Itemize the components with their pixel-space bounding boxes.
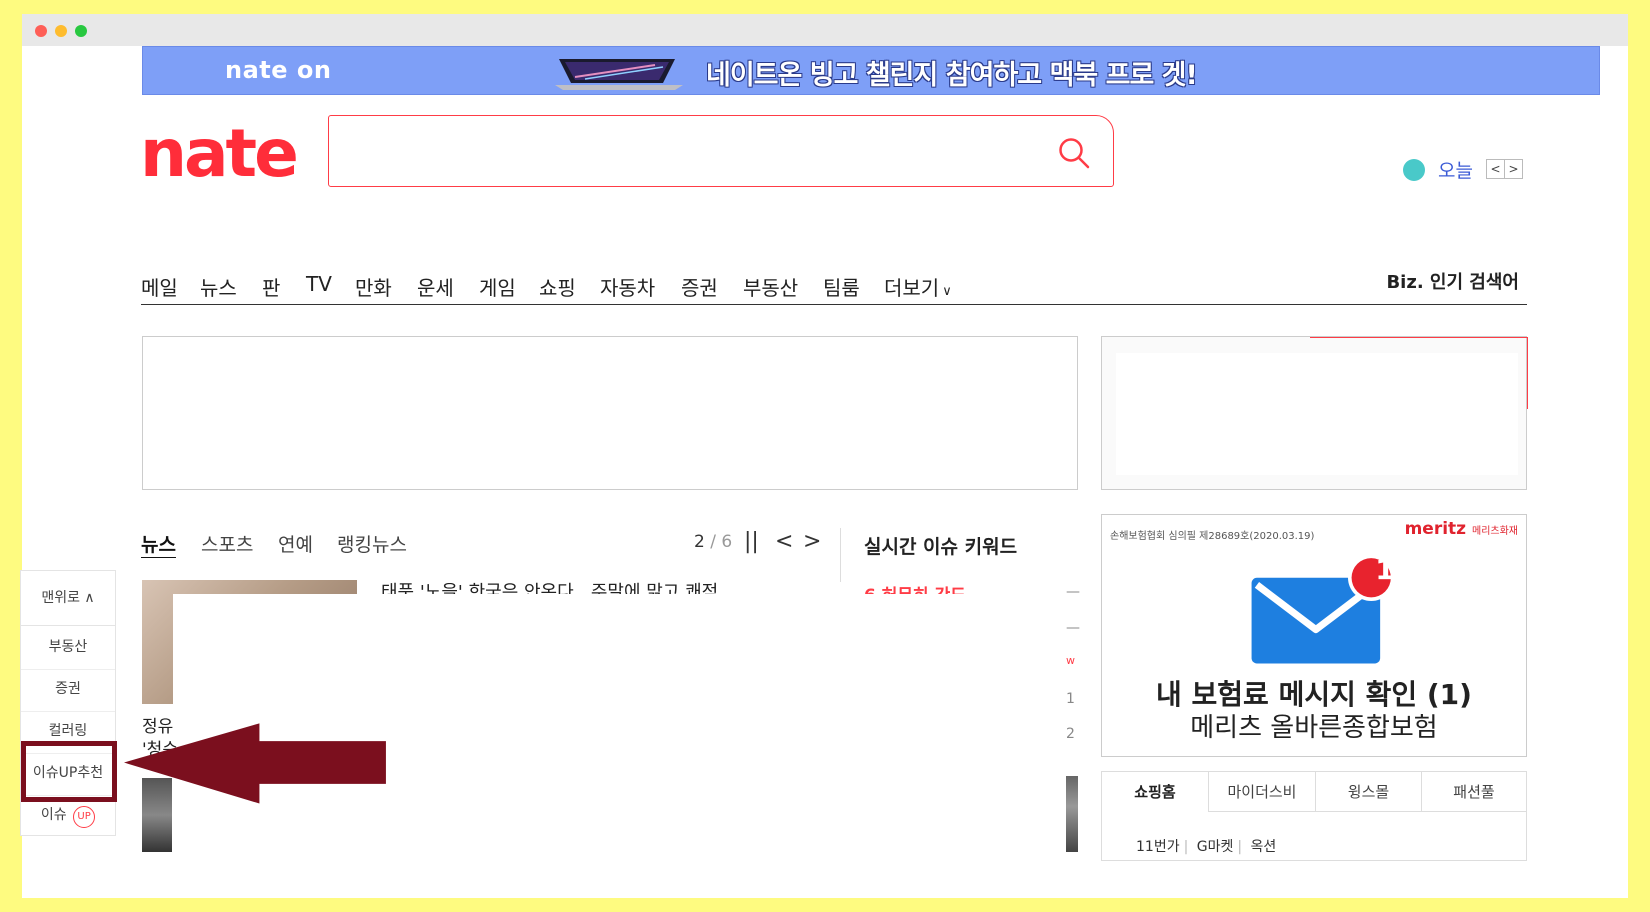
nav-pann[interactable]: 판	[262, 272, 280, 301]
nav-auto[interactable]: 자동차	[600, 272, 655, 301]
prev-news-button[interactable]: <	[775, 529, 793, 554]
shopping-links: 11번가 | G마켓 | 옥션	[1136, 839, 1277, 855]
pause-button[interactable]: ||	[744, 529, 759, 554]
back-to-top-button[interactable]: 맨위로 ∧	[21, 571, 115, 626]
notification-badge: 1	[1375, 553, 1395, 586]
nav-teamroom[interactable]: 팀룸	[823, 272, 860, 301]
title-bar	[22, 14, 1628, 46]
rank-change-2: —	[1066, 620, 1080, 636]
news-photo-right[interactable]	[1066, 776, 1078, 852]
nav-stock[interactable]: 증권	[681, 272, 718, 301]
tab-midas[interactable]: 마이더스비	[1209, 772, 1316, 812]
section-divider	[840, 528, 841, 582]
weather-pager: < >	[1486, 159, 1523, 179]
main-nav: 메일 뉴스 판 TV 만화 운세 게임 쇼핑 자동차 증권 부동산 팀룸 더보기…	[141, 272, 1527, 305]
nav-shopping[interactable]: 쇼핑	[539, 272, 576, 301]
banner-logo: nate on	[225, 56, 332, 84]
link-auction[interactable]: 옥션	[1251, 839, 1277, 855]
tab-entertainment[interactable]: 연예	[278, 530, 313, 557]
weather-icon	[1403, 159, 1425, 181]
weather-label: 오늘	[1438, 160, 1473, 182]
rank-change-5: 2	[1066, 726, 1075, 742]
weather-next-button[interactable]: >	[1504, 159, 1523, 179]
next-news-button[interactable]: >	[803, 529, 821, 554]
rank-change-3: w	[1066, 654, 1075, 667]
top-banner-ad[interactable]: nate on 네이트온 빙고 챌린지 참여하고 맥북 프로 겟!	[142, 46, 1600, 95]
news-pager: 2 / 6	[694, 532, 733, 552]
search-box	[328, 115, 1114, 187]
pager-current: 2	[694, 532, 705, 552]
nate-logo[interactable]: nate	[140, 121, 299, 187]
nav-news[interactable]: 뉴스	[200, 272, 237, 301]
meritz-insurance-ad[interactable]: 손해보험협회 심의필 제28689호(2020.03.19) meritz 메리…	[1101, 514, 1527, 757]
link-gmarket[interactable]: G마켓	[1197, 839, 1234, 855]
tab-shopping-home[interactable]: 쇼핑홈	[1102, 772, 1209, 812]
up-badge: UP	[73, 806, 96, 828]
meritz-logo: meritz 메리츠화재	[1405, 519, 1518, 539]
meritz-brand-sub: 메리츠화재	[1472, 526, 1518, 537]
nav-tv[interactable]: TV	[306, 272, 332, 296]
laptop-icon	[555, 59, 683, 90]
tab-ranking-news[interactable]: 랭킹뉴스	[337, 530, 407, 557]
banner-text: 네이트온 빙고 챌린지 참여하고 맥북 프로 겟!	[706, 60, 1198, 91]
search-icon[interactable]	[1057, 136, 1091, 170]
nav-more-label: 더보기	[884, 276, 940, 300]
nav-fortune[interactable]: 운세	[417, 272, 454, 301]
tab-wingsmall[interactable]: 윙스몰	[1316, 772, 1422, 812]
weather-prev-button[interactable]: <	[1486, 159, 1505, 179]
highlight-annotation	[21, 741, 117, 802]
nav-mail[interactable]: 메일	[141, 272, 178, 301]
nav-realestate[interactable]: 부동산	[743, 272, 798, 301]
ad-legal-notice: 손해보험협회 심의필 제28689호(2020.03.19)	[1110, 531, 1315, 542]
nav-game[interactable]: 게임	[479, 272, 516, 301]
close-window-button[interactable]	[35, 25, 47, 37]
quick-stock[interactable]: 증권	[21, 667, 115, 712]
biz-popular-search[interactable]: Biz. 인기 검색어	[1386, 268, 1519, 294]
tab-fashion[interactable]: 패션풀	[1422, 772, 1526, 812]
search-input[interactable]	[341, 128, 1035, 174]
link-11st[interactable]: 11번가	[1136, 839, 1180, 855]
rank-change-1: —	[1066, 584, 1080, 600]
arrow-annotation-icon	[124, 723, 386, 804]
side-ad-frame	[1310, 337, 1528, 409]
tab-news[interactable]: 뉴스	[141, 530, 176, 557]
realtime-keyword-title: 실시간 이슈 키워드	[864, 536, 1018, 558]
quick-issue-label: 이슈	[40, 807, 67, 823]
chevron-up-icon: ∧	[84, 590, 95, 606]
quick-realestate[interactable]: 부동산	[21, 625, 115, 670]
side-ad-area[interactable]	[1101, 336, 1528, 490]
meritz-subheadline: 메리츠 올바른종합보험	[1190, 713, 1438, 743]
nav-more[interactable]: 더보기 ∨	[884, 272, 952, 301]
tab-sports[interactable]: 스포츠	[201, 530, 253, 557]
rank-change-4: 1	[1066, 691, 1075, 707]
nav-comics[interactable]: 만화	[355, 272, 392, 301]
pager-total: 6	[721, 532, 733, 552]
minimize-window-button[interactable]	[55, 25, 67, 37]
main-ad-area[interactable]	[142, 336, 1078, 490]
maximize-window-button[interactable]	[75, 25, 87, 37]
back-to-top-label: 맨위로	[41, 590, 80, 606]
meritz-brand-name: meritz	[1404, 519, 1467, 539]
chevron-down-icon: ∨	[942, 284, 952, 299]
shopping-box: 쇼핑홈 마이더스비 윙스몰 패션풀 11번가 | G마켓 | 옥션	[1101, 771, 1527, 861]
